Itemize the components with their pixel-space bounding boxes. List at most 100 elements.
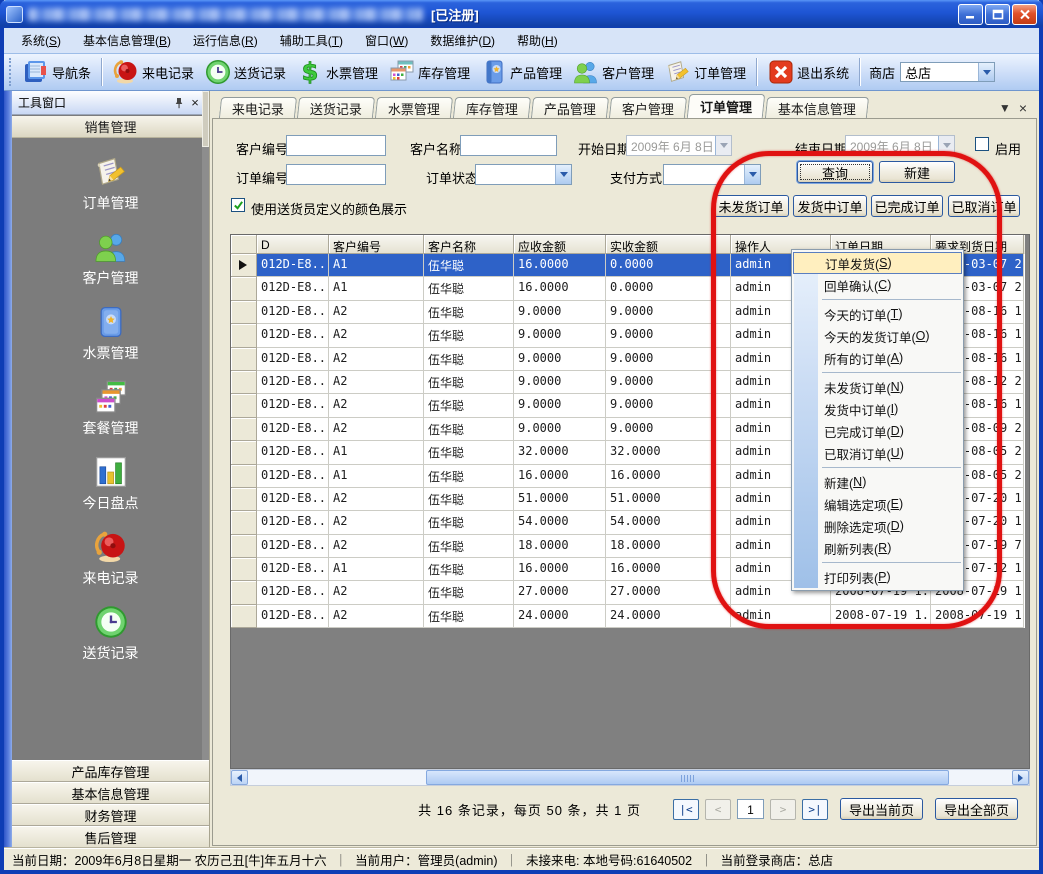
chevron-down-icon[interactable] [744, 165, 760, 184]
grid-cell-receivable[interactable]: 9.0000 [514, 348, 606, 371]
grid-cell-receivable[interactable]: 9.0000 [514, 371, 606, 394]
row-selector[interactable] [231, 371, 257, 394]
grid-cell-customer_name[interactable]: 伍华聪 [424, 324, 514, 347]
toolbar-button-order[interactable]: 订单管理 [659, 56, 751, 88]
end-date-picker[interactable]: 2009年 6月 8日 [845, 135, 955, 156]
grid-cell-customer_name[interactable]: 伍华聪 [424, 254, 514, 277]
grid-cell-customer_no[interactable]: A2 [329, 324, 424, 347]
grid-cell-customer_no[interactable]: A2 [329, 488, 424, 511]
grid-cell-receivable[interactable]: 16.0000 [514, 254, 606, 277]
grid-cell-receivable[interactable]: 24.0000 [514, 605, 606, 628]
grid-cell-customer_name[interactable]: 伍华聪 [424, 465, 514, 488]
grid-cell-customer_no[interactable]: A1 [329, 254, 424, 277]
row-selector[interactable] [231, 605, 257, 628]
grid-cell-received[interactable]: 18.0000 [606, 535, 731, 558]
status-filter-button[interactable]: 未发货订单 [713, 195, 789, 217]
table-row[interactable]: 012D-E8...A2伍华聪24.000024.0000admin2008-0… [231, 605, 1025, 628]
grid-cell-customer_no[interactable]: A1 [329, 277, 424, 300]
grid-cell-receivable[interactable]: 9.0000 [514, 394, 606, 417]
menubar-item[interactable]: 运行信息(R) [182, 28, 269, 53]
row-selector[interactable] [231, 558, 257, 581]
grid-cell-id[interactable]: 012D-E8... [257, 301, 329, 324]
grid-cell-customer_name[interactable]: 伍华聪 [424, 511, 514, 534]
grid-cell-receivable[interactable]: 16.0000 [514, 465, 606, 488]
minimize-button[interactable] [958, 4, 983, 25]
order-status-combo[interactable] [475, 164, 572, 185]
row-selector[interactable] [231, 277, 257, 300]
grid-cell-id[interactable]: 012D-E8... [257, 441, 329, 464]
toolbar-button-customer[interactable]: 客户管理 [567, 56, 659, 88]
row-selector[interactable] [231, 488, 257, 511]
grid-cell-customer_no[interactable]: A2 [329, 301, 424, 324]
status-filter-button[interactable]: 已取消订单 [948, 195, 1020, 217]
row-selector[interactable] [231, 535, 257, 558]
grid-cell-customer_no[interactable]: A2 [329, 511, 424, 534]
context-menu-item[interactable]: 编辑选定项(E) [792, 493, 963, 515]
sidebar-group-button[interactable]: 售后管理 [12, 826, 209, 848]
grid-cell-customer_no[interactable]: A2 [329, 371, 424, 394]
close-button[interactable] [1012, 4, 1037, 25]
row-selector[interactable] [231, 581, 257, 604]
grid-column-header[interactable]: 实收金额 [606, 235, 731, 254]
grid-column-header[interactable]: D [257, 235, 329, 254]
context-menu-item[interactable]: 打印列表(P) [792, 566, 963, 588]
row-selector[interactable] [231, 324, 257, 347]
menubar-item[interactable]: 帮助(H) [506, 28, 569, 53]
toolbar-button-delivery-log[interactable]: 送货记录 [199, 56, 291, 88]
grid-cell-id[interactable]: 012D-E8... [257, 535, 329, 558]
grid-cell-customer_no[interactable]: A1 [329, 441, 424, 464]
last-page-button[interactable]: >| [802, 799, 828, 820]
grid-cell-received[interactable]: 24.0000 [606, 605, 731, 628]
grid-cell-receivable[interactable]: 9.0000 [514, 324, 606, 347]
horizontal-scrollbar[interactable] [230, 769, 1030, 786]
toolbar-button-call-log[interactable]: 来电记录 [107, 56, 199, 88]
row-selector[interactable] [231, 465, 257, 488]
toolbar-grip[interactable] [9, 58, 14, 86]
grid-cell-id[interactable]: 012D-E8... [257, 394, 329, 417]
grid-cell-receivable[interactable]: 18.0000 [514, 535, 606, 558]
grid-cell-customer_name[interactable]: 伍华聪 [424, 488, 514, 511]
order-no-input[interactable] [286, 164, 386, 185]
grid-cell-received[interactable]: 16.0000 [606, 558, 731, 581]
context-menu-item[interactable]: 未发货订单(N) [792, 376, 963, 398]
sidebar-item[interactable]: 来电记录 [12, 529, 209, 588]
grid-cell-id[interactable]: 012D-E8... [257, 324, 329, 347]
grid-column-header[interactable]: 客户名称 [424, 235, 514, 254]
grid-cell-id[interactable]: 012D-E8... [257, 581, 329, 604]
enable-date-checkbox[interactable] [975, 137, 989, 151]
pay-method-combo[interactable] [663, 164, 761, 185]
menubar-item[interactable]: 基本信息管理(B) [72, 28, 182, 53]
toolbar-button-product[interactable]: 产品管理 [475, 56, 567, 88]
pin-icon[interactable] [171, 95, 187, 110]
sidebar-item[interactable]: 客户管理 [12, 229, 209, 288]
grid-cell-receivable[interactable]: 9.0000 [514, 301, 606, 324]
status-filter-button[interactable]: 已完成订单 [871, 195, 943, 217]
grid-cell-customer_name[interactable]: 伍华聪 [424, 581, 514, 604]
scroll-right-icon[interactable] [1012, 770, 1029, 785]
row-selector[interactable] [231, 511, 257, 534]
tab-8[interactable]: 基本信息管理 [765, 97, 869, 118]
grid-cell-customer_no[interactable]: A2 [329, 348, 424, 371]
grid-cell-id[interactable]: 012D-E8... [257, 277, 329, 300]
context-menu-item[interactable]: 所有的订单(A) [792, 347, 963, 369]
row-selector[interactable] [231, 418, 257, 441]
grid-cell-id[interactable]: 012D-E8... [257, 488, 329, 511]
tab-7[interactable]: 订单管理 [687, 94, 766, 118]
grid-cell-received[interactable]: 32.0000 [606, 441, 731, 464]
grid-cell-customer_name[interactable]: 伍华聪 [424, 558, 514, 581]
sidebar-item[interactable]: 今日盘点 [12, 454, 209, 513]
grid-cell-customer_name[interactable]: 伍华聪 [424, 605, 514, 628]
toolbar-button-inventory[interactable]: 库存管理 [383, 56, 475, 88]
grid-cell-received[interactable]: 9.0000 [606, 371, 731, 394]
tab-2[interactable]: 送货记录 [297, 97, 375, 118]
context-menu-item[interactable]: 发货中订单(I) [792, 398, 963, 420]
shop-combo[interactable]: 总店 [900, 62, 995, 82]
grid-cell-received[interactable]: 9.0000 [606, 324, 731, 347]
grid-cell-id[interactable]: 012D-E8... [257, 465, 329, 488]
tab-6[interactable]: 客户管理 [609, 97, 687, 118]
sidebar-group-button[interactable]: 财务管理 [12, 804, 209, 826]
sidebar-close-icon[interactable]: × [187, 95, 203, 110]
menubar-item[interactable]: 系统(S) [10, 28, 72, 53]
grid-cell-customer_no[interactable]: A2 [329, 605, 424, 628]
scroll-left-icon[interactable] [231, 770, 248, 785]
